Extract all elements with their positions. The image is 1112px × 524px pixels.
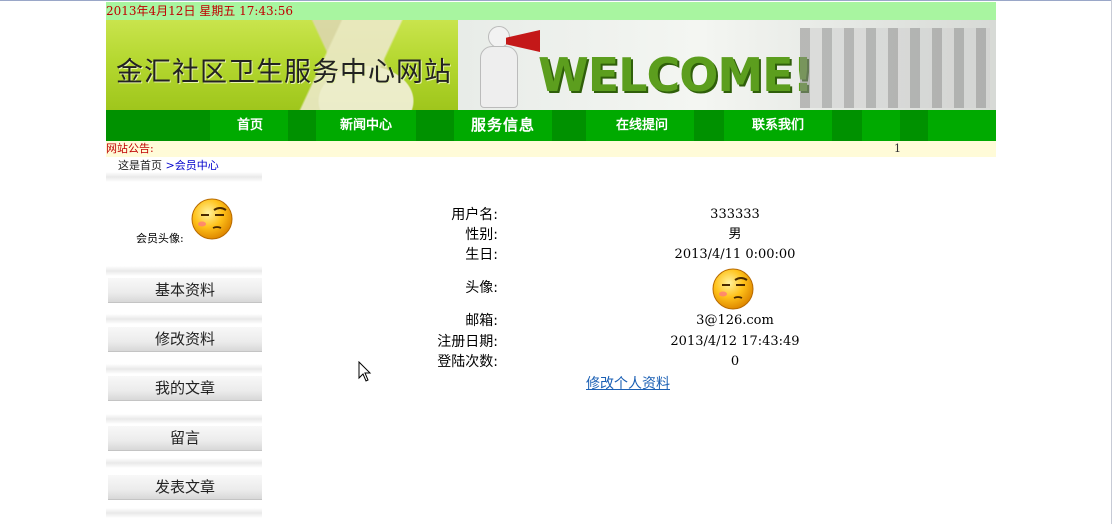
avatar-icon [191,198,233,240]
figure-head-icon [488,26,510,48]
sidebar-shadow [106,458,262,468]
date-time-bar: 2013年4月12日 星期五 17:43:56 [106,2,996,20]
sidebar-my-articles[interactable]: 我的文章 [108,376,262,401]
profile-row-email: 邮箱: 3@126.com [410,311,774,331]
notice-bar: 网站公告: 1 [106,141,996,157]
notice-marquee[interactable]: 1 [894,141,901,157]
nav-divider [416,110,454,141]
profile-label: 注册日期: [437,334,498,350]
nav-divider [832,110,862,141]
profile-avatar-icon [712,268,754,310]
banner-right-panel: WELCOME! [458,20,996,110]
main-nav: 首页 新闻中心 服务信息 在线提问 联系我们 [106,110,996,141]
profile-value: 333333 [710,207,760,222]
profile-label: 邮箱: [465,313,498,329]
profile-value: 0 [730,354,740,369]
notice-label: 网站公告: [106,142,154,155]
profile-value: 2013/4/11 0:00:00 [674,247,796,262]
profile-label: 登陆次数: [437,354,498,370]
sidebar-basic-info[interactable]: 基本资料 [108,278,262,303]
banner-left-panel: 金汇社区卫生服务中心网站 [106,20,458,110]
nav-divider [288,110,316,141]
profile-row-username: 用户名: 333333 [410,205,770,225]
sidebar-edit-info[interactable]: 修改资料 [108,327,262,352]
sidebar-shadow [106,266,262,276]
sidebar-shadow [106,508,262,518]
nav-divider [694,110,724,141]
profile-value: 2013/4/12 17:43:49 [670,334,800,349]
browser-top-border [0,0,1112,1]
profile-row-login-count: 登陆次数: 0 [410,352,770,372]
profile-value: 男 [728,227,742,242]
avatar-label: 会员头像: [136,232,184,245]
site-title: 金汇社区卫生服务中心网站 [116,57,452,88]
nav-divider [552,110,586,141]
nav-divider [106,110,210,141]
nav-online-question[interactable]: 在线提问 [600,110,684,141]
site-banner: 金汇社区卫生服务中心网站 WELCOME! [106,20,996,110]
profile-row-birthday: 生日: 2013/4/11 0:00:00 [410,245,795,265]
sidebar-messages[interactable]: 留言 [108,426,262,451]
sidebar-shadow [106,364,262,374]
sidebar-post-article[interactable]: 发表文章 [108,475,262,500]
sidebar-shadow [106,172,262,182]
nav-divider [900,110,928,141]
crowd-image [800,28,990,108]
nav-contact[interactable]: 联系我们 [732,110,824,141]
nav-service-info[interactable]: 服务信息 [458,110,548,141]
edit-profile-link[interactable]: 修改个人资料 [586,373,670,393]
mouse-cursor-icon [358,361,372,382]
profile-value: 3@126.com [696,313,774,328]
nav-news[interactable]: 新闻中心 [324,110,408,141]
member-sidebar: 会员头像: 基本资料 修改资料 我的文章 留言 发表文章 [106,168,262,524]
sidebar-shadow [106,414,262,424]
sidebar-shadow [106,314,262,324]
welcome-text: WELCOME! [538,48,814,102]
profile-label: 生日: [465,247,498,263]
profile-label: 头像: [465,280,498,296]
profile-row-register-date: 注册日期: 2013/4/12 17:43:49 [410,332,799,352]
profile-label: 性别: [465,227,498,243]
current-datetime: 2013年4月12日 星期五 17:43:56 [106,4,293,18]
profile-row-gender: 性别: 男 [410,225,770,245]
figure-body-icon [480,46,518,108]
nav-home[interactable]: 首页 [218,110,282,141]
profile-label: 用户名: [451,207,498,223]
